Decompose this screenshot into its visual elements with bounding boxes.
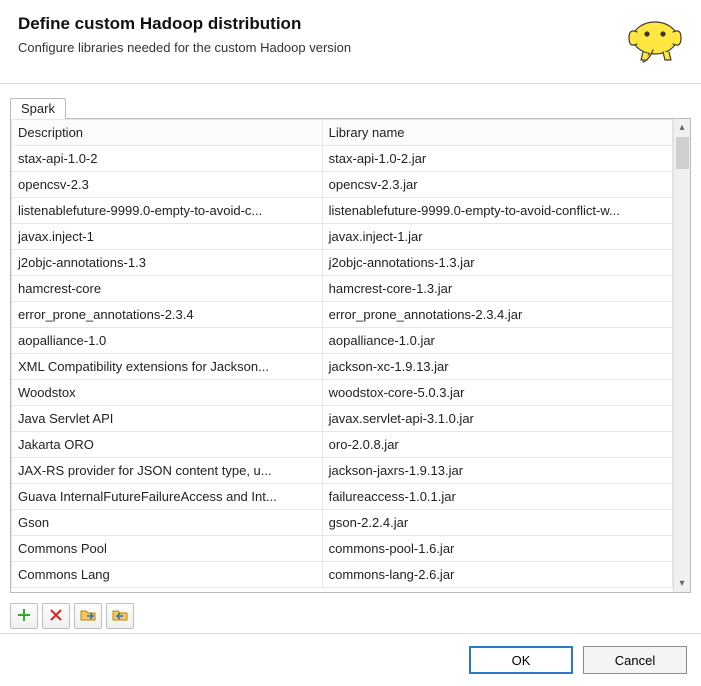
tab-bar: Spark bbox=[10, 94, 691, 118]
cell-library[interactable]: oro-2.0.8.jar bbox=[322, 432, 672, 458]
add-button[interactable] bbox=[10, 603, 38, 629]
cell-library[interactable]: error_prone_annotations-2.3.4.jar bbox=[322, 302, 672, 328]
scroll-up-arrow-icon[interactable]: ▴ bbox=[674, 119, 691, 136]
cell-description[interactable]: XML Compatibility extensions for Jackson… bbox=[12, 354, 323, 380]
cell-description[interactable]: opencsv-2.3 bbox=[12, 172, 323, 198]
cell-library[interactable]: javax.servlet-api-3.1.0.jar bbox=[322, 406, 672, 432]
table-row[interactable]: javax.inject-1javax.inject-1.jar bbox=[12, 224, 673, 250]
cell-description[interactable]: JAX-RS provider for JSON content type, u… bbox=[12, 458, 323, 484]
cell-library[interactable]: aopalliance-1.0.jar bbox=[322, 328, 672, 354]
cell-description[interactable]: Commons Pool bbox=[12, 536, 323, 562]
export-button[interactable] bbox=[106, 603, 134, 629]
cell-library[interactable]: commons-lang-2.6.jar bbox=[322, 562, 672, 588]
table-toolbar bbox=[10, 593, 691, 629]
cell-library[interactable]: commons-pool-1.6.jar bbox=[322, 536, 672, 562]
cell-library[interactable]: gson-2.2.4.jar bbox=[322, 510, 672, 536]
cell-description[interactable]: listenablefuture-9999.0-empty-to-avoid-c… bbox=[12, 198, 323, 224]
cell-description[interactable]: aopalliance-1.0 bbox=[12, 328, 323, 354]
cell-library[interactable]: jackson-jaxrs-1.9.13.jar bbox=[322, 458, 672, 484]
cell-library[interactable]: j2objc-annotations-1.3.jar bbox=[322, 250, 672, 276]
table-row[interactable]: Java Servlet APIjavax.servlet-api-3.1.0.… bbox=[12, 406, 673, 432]
plus-icon bbox=[16, 607, 32, 626]
hadoop-elephant-icon bbox=[623, 8, 687, 64]
cell-description[interactable]: Java Servlet API bbox=[12, 406, 323, 432]
cell-description[interactable]: error_prone_annotations-2.3.4 bbox=[12, 302, 323, 328]
table-row[interactable]: j2objc-annotations-1.3j2objc-annotations… bbox=[12, 250, 673, 276]
cell-description[interactable]: j2objc-annotations-1.3 bbox=[12, 250, 323, 276]
dialog: Define custom Hadoop distribution Config… bbox=[0, 0, 701, 686]
cell-description[interactable]: hamcrest-core bbox=[12, 276, 323, 302]
table-row[interactable]: Commons Langcommons-lang-2.6.jar bbox=[12, 562, 673, 588]
remove-button[interactable] bbox=[42, 603, 70, 629]
table-header-row: Description Library name bbox=[12, 120, 673, 146]
tab-spark[interactable]: Spark bbox=[10, 98, 66, 119]
x-icon bbox=[48, 607, 64, 626]
cell-library[interactable]: opencsv-2.3.jar bbox=[322, 172, 672, 198]
table-row[interactable]: Commons Poolcommons-pool-1.6.jar bbox=[12, 536, 673, 562]
cell-library[interactable]: javax.inject-1.jar bbox=[322, 224, 672, 250]
table-row[interactable]: Gsongson-2.2.4.jar bbox=[12, 510, 673, 536]
cell-description[interactable]: Jakarta ORO bbox=[12, 432, 323, 458]
dialog-body: Spark Description Library name stax-api-… bbox=[0, 84, 701, 633]
folder-out-icon bbox=[112, 607, 128, 626]
cell-description[interactable]: Guava InternalFutureFailureAccess and In… bbox=[12, 484, 323, 510]
table-row[interactable]: error_prone_annotations-2.3.4error_prone… bbox=[12, 302, 673, 328]
dialog-footer: OK Cancel bbox=[0, 633, 701, 686]
scrollbar-thumb[interactable] bbox=[676, 137, 689, 169]
cell-library[interactable]: woodstox-core-5.0.3.jar bbox=[322, 380, 672, 406]
library-table-scroll: Description Library name stax-api-1.0-2s… bbox=[11, 119, 673, 592]
table-row[interactable]: XML Compatibility extensions for Jackson… bbox=[12, 354, 673, 380]
import-button[interactable] bbox=[74, 603, 102, 629]
dialog-subtitle: Configure libraries needed for the custo… bbox=[18, 40, 683, 55]
vertical-scrollbar[interactable]: ▴ ▾ bbox=[673, 119, 690, 592]
cell-description[interactable]: Commons Lang bbox=[12, 562, 323, 588]
ok-button[interactable]: OK bbox=[469, 646, 573, 674]
cell-description[interactable]: Woodstox bbox=[12, 380, 323, 406]
cell-library[interactable]: hamcrest-core-1.3.jar bbox=[322, 276, 672, 302]
table-row[interactable]: Guava InternalFutureFailureAccess and In… bbox=[12, 484, 673, 510]
cell-library[interactable]: failureaccess-1.0.1.jar bbox=[322, 484, 672, 510]
table-row[interactable]: JAX-RS provider for JSON content type, u… bbox=[12, 458, 673, 484]
cell-description[interactable]: stax-api-1.0-2 bbox=[12, 146, 323, 172]
cell-library[interactable]: jackson-xc-1.9.13.jar bbox=[322, 354, 672, 380]
cancel-button[interactable]: Cancel bbox=[583, 646, 687, 674]
column-header-library[interactable]: Library name bbox=[322, 120, 672, 146]
library-table-container: Description Library name stax-api-1.0-2s… bbox=[10, 118, 691, 593]
cell-library[interactable]: listenablefuture-9999.0-empty-to-avoid-c… bbox=[322, 198, 672, 224]
library-table: Description Library name stax-api-1.0-2s… bbox=[11, 119, 673, 588]
table-row[interactable]: listenablefuture-9999.0-empty-to-avoid-c… bbox=[12, 198, 673, 224]
scroll-down-arrow-icon[interactable]: ▾ bbox=[674, 575, 691, 592]
table-row[interactable]: opencsv-2.3opencsv-2.3.jar bbox=[12, 172, 673, 198]
column-header-description[interactable]: Description bbox=[12, 120, 323, 146]
table-row[interactable]: stax-api-1.0-2stax-api-1.0-2.jar bbox=[12, 146, 673, 172]
cell-description[interactable]: Gson bbox=[12, 510, 323, 536]
table-row[interactable]: hamcrest-corehamcrest-core-1.3.jar bbox=[12, 276, 673, 302]
folder-in-icon bbox=[80, 607, 96, 626]
dialog-header: Define custom Hadoop distribution Config… bbox=[0, 0, 701, 84]
table-row[interactable]: aopalliance-1.0aopalliance-1.0.jar bbox=[12, 328, 673, 354]
table-row[interactable]: Woodstoxwoodstox-core-5.0.3.jar bbox=[12, 380, 673, 406]
table-row[interactable]: Jakarta OROoro-2.0.8.jar bbox=[12, 432, 673, 458]
cell-description[interactable]: javax.inject-1 bbox=[12, 224, 323, 250]
cell-library[interactable]: stax-api-1.0-2.jar bbox=[322, 146, 672, 172]
dialog-title: Define custom Hadoop distribution bbox=[18, 14, 683, 34]
